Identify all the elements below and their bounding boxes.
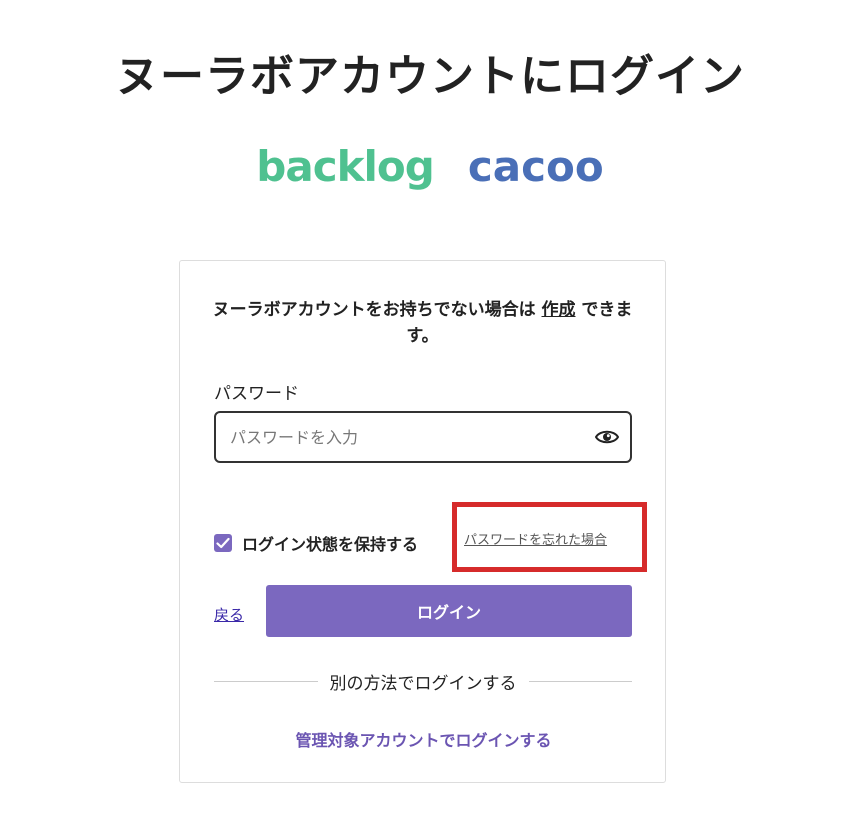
remember-login-option[interactable]: ログイン状態を保持する (214, 531, 418, 555)
remember-checkbox[interactable] (214, 534, 232, 552)
eye-icon[interactable] (594, 425, 620, 449)
password-input[interactable] (230, 413, 590, 461)
password-label: パスワード (214, 384, 299, 404)
backlog-logo: backlog (256, 142, 435, 191)
alt-login-divider: 別の方法でログインする (214, 666, 632, 696)
signup-link[interactable]: 作成 (542, 300, 576, 320)
divider-line-right (528, 680, 632, 682)
brand-logos: backlog cacoo (0, 142, 860, 191)
alt-login-divider-text: 別の方法でログインする (329, 673, 517, 694)
forgot-password-link[interactable]: パスワードを忘れた場合 (464, 529, 607, 548)
back-link[interactable]: 戻る (214, 604, 244, 625)
page-title: ヌーラボアカウントにログイン (115, 51, 745, 102)
managed-account-login-link[interactable]: 管理対象アカウントでログインする (180, 727, 667, 751)
signup-note: ヌーラボアカウントをお持ちでない場合は 作成 できます。 (210, 297, 635, 349)
remember-label: ログイン状態を保持する (242, 535, 419, 554)
signup-prefix: ヌーラボアカウントをお持ちでない場合は (212, 300, 536, 320)
login-card: ヌーラボアカウントをお持ちでない場合は 作成 できます。 パスワード ログイン状 (179, 260, 666, 783)
login-button[interactable]: ログイン (266, 585, 632, 637)
login-page: ヌーラボアカウントにログイン backlog cacoo ヌーラボアカウントをお… (0, 0, 860, 835)
cacoo-logo: cacoo (467, 142, 604, 191)
divider-line-left (214, 680, 318, 682)
checkmark-icon (216, 537, 230, 549)
password-field-wrapper (214, 411, 632, 463)
